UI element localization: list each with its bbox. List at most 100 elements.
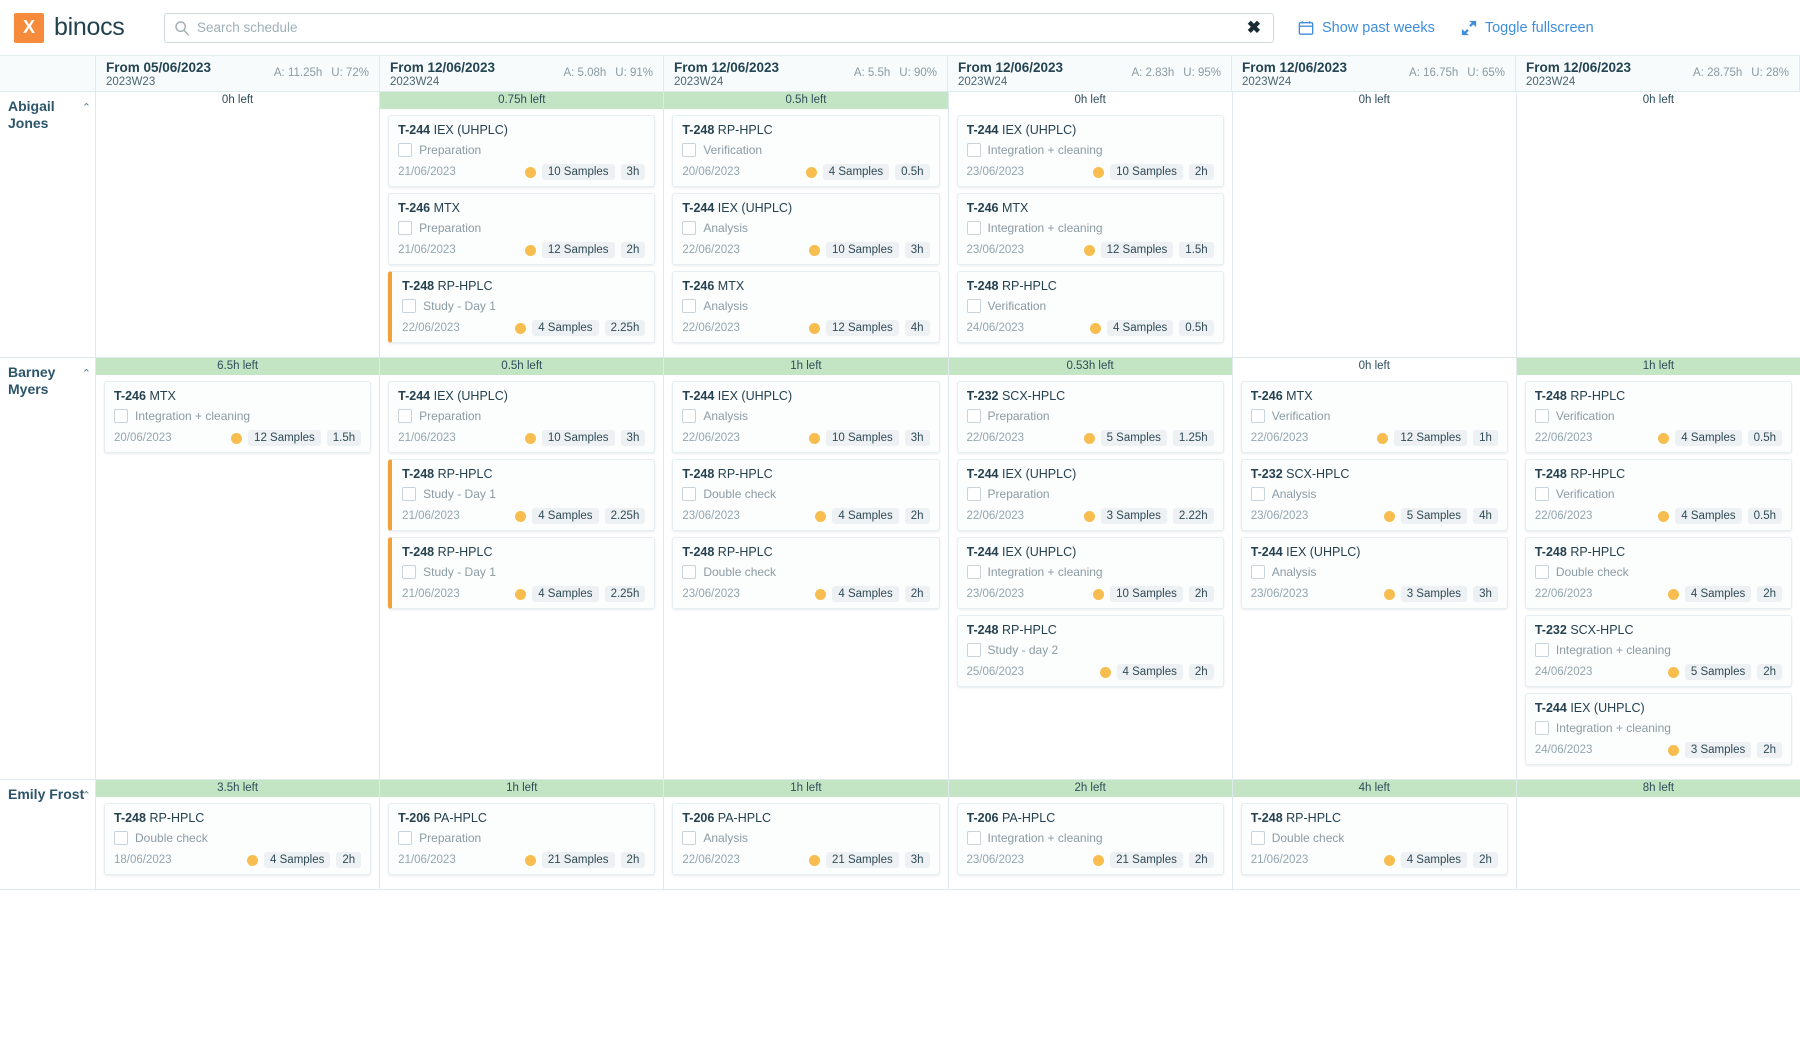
task-card[interactable]: T-248 RP-HPLC Double check 21/06/2023 4 Sam… [1240,803,1508,875]
task-date: 23/06/2023 [1250,510,1309,522]
task-checkbox[interactable] [398,221,413,235]
task-card[interactable]: T-246 MTX Preparation 21/06/2023 12 Samples… [388,193,656,265]
chevron-up-icon[interactable]: ⌃ [82,367,91,380]
task-card[interactable]: T-244 IEX (UHPLC) Analysis 22/06/2023 10 Sa… [672,193,940,265]
task-card[interactable]: T-206 PA-HPLC Integration + cleaning 23/06… [956,803,1224,875]
task-card[interactable]: T-248 RP-HPLC Double check 18/06/2023 4 Sam… [104,803,372,875]
task-assay: MTX [433,201,461,215]
task-card[interactable]: T-248 RP-HPLC Double check 23/06/2023 4 Sam… [672,459,940,531]
task-card-footer: 21/06/2023 4 Samples 2.25h [402,508,646,524]
column-header[interactable]: From 05/06/2023 2023W23 A: 11.25h U: 72% [96,56,380,91]
column-header[interactable]: From 12/06/2023 2023W24 A: 2.83h U: 95% [948,56,1232,91]
task-checkbox[interactable] [682,487,697,501]
clear-search-icon[interactable]: ✖ [1243,19,1265,36]
task-card[interactable]: T-244 IEX (UHPLC) Analysis 23/06/2023 3 Sam… [1240,537,1508,609]
task-checkbox[interactable] [966,487,981,501]
task-card[interactable]: T-244 IEX (UHPLC) Integration + cleaning 2… [956,115,1224,187]
task-checkbox[interactable] [682,299,697,313]
task-card[interactable]: T-244 IEX (UHPLC) Preparation 21/06/2023 10… [388,381,656,453]
task-card[interactable]: T-244 IEX (UHPLC) Preparation 21/06/2023 10… [388,115,656,187]
chevron-up-icon[interactable]: ⌃ [82,789,91,802]
task-card[interactable]: T-246 MTX Analysis 22/06/2023 12 Samples 4h [672,271,940,343]
task-checkbox[interactable] [1534,721,1549,735]
task-card[interactable]: T-206 PA-HPLC Preparation 21/06/2023 21 Sam… [388,803,656,875]
task-checkbox[interactable] [402,487,417,501]
person-name-cell[interactable]: Abigail Jones ⌃ [0,92,96,357]
task-checkbox[interactable] [966,143,981,157]
task-card[interactable]: T-248 RP-HPLC Double check 23/06/2023 4 Sam… [672,537,940,609]
task-checkbox[interactable] [1250,565,1265,579]
task-checkbox[interactable] [682,143,697,157]
task-assay: RP-HPLC [149,811,205,825]
task-card[interactable]: T-248 RP-HPLC Study - Day 1 22/06/2023 4 Sa… [388,271,656,343]
task-checkbox[interactable] [966,299,981,313]
task-card[interactable]: T-246 MTX Verification 22/06/2023 12 Sample… [1240,381,1508,453]
column-header[interactable]: From 12/06/2023 2023W24 A: 16.75h U: 65% [1232,56,1516,91]
task-checkbox[interactable] [682,409,697,423]
task-checkbox[interactable] [402,299,417,313]
task-assay: MTX [149,389,176,403]
task-checkbox[interactable] [966,409,981,423]
column-header[interactable]: From 12/06/2023 2023W24 A: 28.75h U: 28% [1516,56,1800,91]
task-card[interactable]: T-248 RP-HPLC Study - Day 1 21/06/2023 4 Sa… [388,459,656,531]
task-samples: 4 Samples [532,320,599,336]
task-card[interactable]: T-246 MTX Integration + cleaning 23/06/202… [956,193,1224,265]
column-header[interactable]: From 12/06/2023 2023W24 A: 5.5h U: 90% [664,56,948,91]
task-date: 24/06/2023 [1534,744,1593,756]
task-checkbox[interactable] [966,565,981,579]
task-checkbox[interactable] [682,831,697,845]
task-checkbox[interactable] [1250,831,1265,845]
task-checkbox[interactable] [966,831,981,845]
task-checkbox[interactable] [114,409,128,423]
task-checkbox[interactable] [1534,643,1549,657]
task-checkbox[interactable] [1250,487,1265,501]
task-checkbox[interactable] [682,221,697,235]
task-card[interactable]: T-244 IEX (UHPLC) Analysis 22/06/2023 10 Sa… [672,381,940,453]
task-checkbox[interactable] [682,565,697,579]
task-checkbox[interactable] [398,143,413,157]
task-card[interactable]: T-248 RP-HPLC Verification 22/06/2023 4 Sam… [1524,459,1793,531]
toggle-fullscreen-button[interactable]: Toggle fullscreen [1461,20,1594,36]
task-card[interactable]: T-246 MTX Integration + cleaning 20/06/202… [104,381,372,453]
search-bar[interactable]: ✖ [164,12,1274,43]
task-checkbox[interactable] [966,643,981,657]
task-card[interactable]: T-244 IEX (UHPLC) Preparation 22/06/2023 3 … [956,459,1224,531]
task-checkbox[interactable] [966,221,981,235]
column-header[interactable]: From 12/06/2023 2023W24 A: 5.08h U: 91% [380,56,664,91]
task-card[interactable]: T-232 SCX-HPLC Integration + cleaning 24/0… [1524,615,1793,687]
task-checkbox[interactable] [1534,487,1549,501]
task-checkbox[interactable] [398,831,413,845]
task-card[interactable]: T-244 IEX (UHPLC) Integration + cleaning 2… [1524,693,1793,765]
brand[interactable]: X binocs [14,12,142,43]
task-card[interactable]: T-248 RP-HPLC Study - Day 1 21/06/2023 4 Sa… [388,537,656,609]
task-checkbox[interactable] [1250,409,1265,423]
column-header-week: 2023W24 [1526,76,1576,89]
task-card[interactable]: T-248 RP-HPLC Verification 24/06/2023 4 Sam… [956,271,1224,343]
task-checkbox[interactable] [402,565,417,579]
task-checkbox[interactable] [398,409,413,423]
task-card[interactable]: T-206 PA-HPLC Analysis 22/06/2023 21 Sample… [672,803,940,875]
task-card[interactable]: T-248 RP-HPLC Verification 22/06/2023 4 Sam… [1524,381,1793,453]
status-dot-icon [1383,510,1395,522]
task-card[interactable]: T-248 RP-HPLC Study - day 2 25/06/2023 4 Sa… [956,615,1224,687]
task-code: T-248 [402,545,435,559]
task-step-label: Analysis [1271,565,1317,579]
status-dot-icon [1658,432,1670,444]
task-checkbox[interactable] [114,831,128,845]
hours-left-bar: 0h left [96,92,380,109]
chevron-up-icon[interactable]: ⌃ [82,101,91,114]
show-past-weeks-button[interactable]: Show past weeks [1298,20,1435,36]
task-card-title: T-232 SCX-HPLC [967,389,1214,403]
task-checkbox[interactable] [1534,565,1549,579]
task-checkbox[interactable] [1534,409,1549,423]
task-card[interactable]: T-244 IEX (UHPLC) Integration + cleaning 2… [956,537,1224,609]
search-input[interactable] [191,20,1243,35]
column-header-date: From 12/06/2023 [958,60,1064,75]
person-name-cell[interactable]: Barney Myers ⌃ [0,358,96,779]
task-card[interactable]: T-248 RP-HPLC Verification 20/06/2023 4 Sam… [672,115,940,187]
schedule-body[interactable]: Abigail Jones ⌃ 0h left 0.75h left T-244 IEX… [0,92,1800,1057]
task-card[interactable]: T-248 RP-HPLC Double check 22/06/2023 4 Sam… [1524,537,1793,609]
task-card[interactable]: T-232 SCX-HPLC Preparation 22/06/2023 5 Sam… [956,381,1224,453]
person-name-cell[interactable]: Emily Frost ⌃ [0,780,96,889]
task-card[interactable]: T-232 SCX-HPLC Analysis 23/06/2023 5 Sample… [1240,459,1508,531]
